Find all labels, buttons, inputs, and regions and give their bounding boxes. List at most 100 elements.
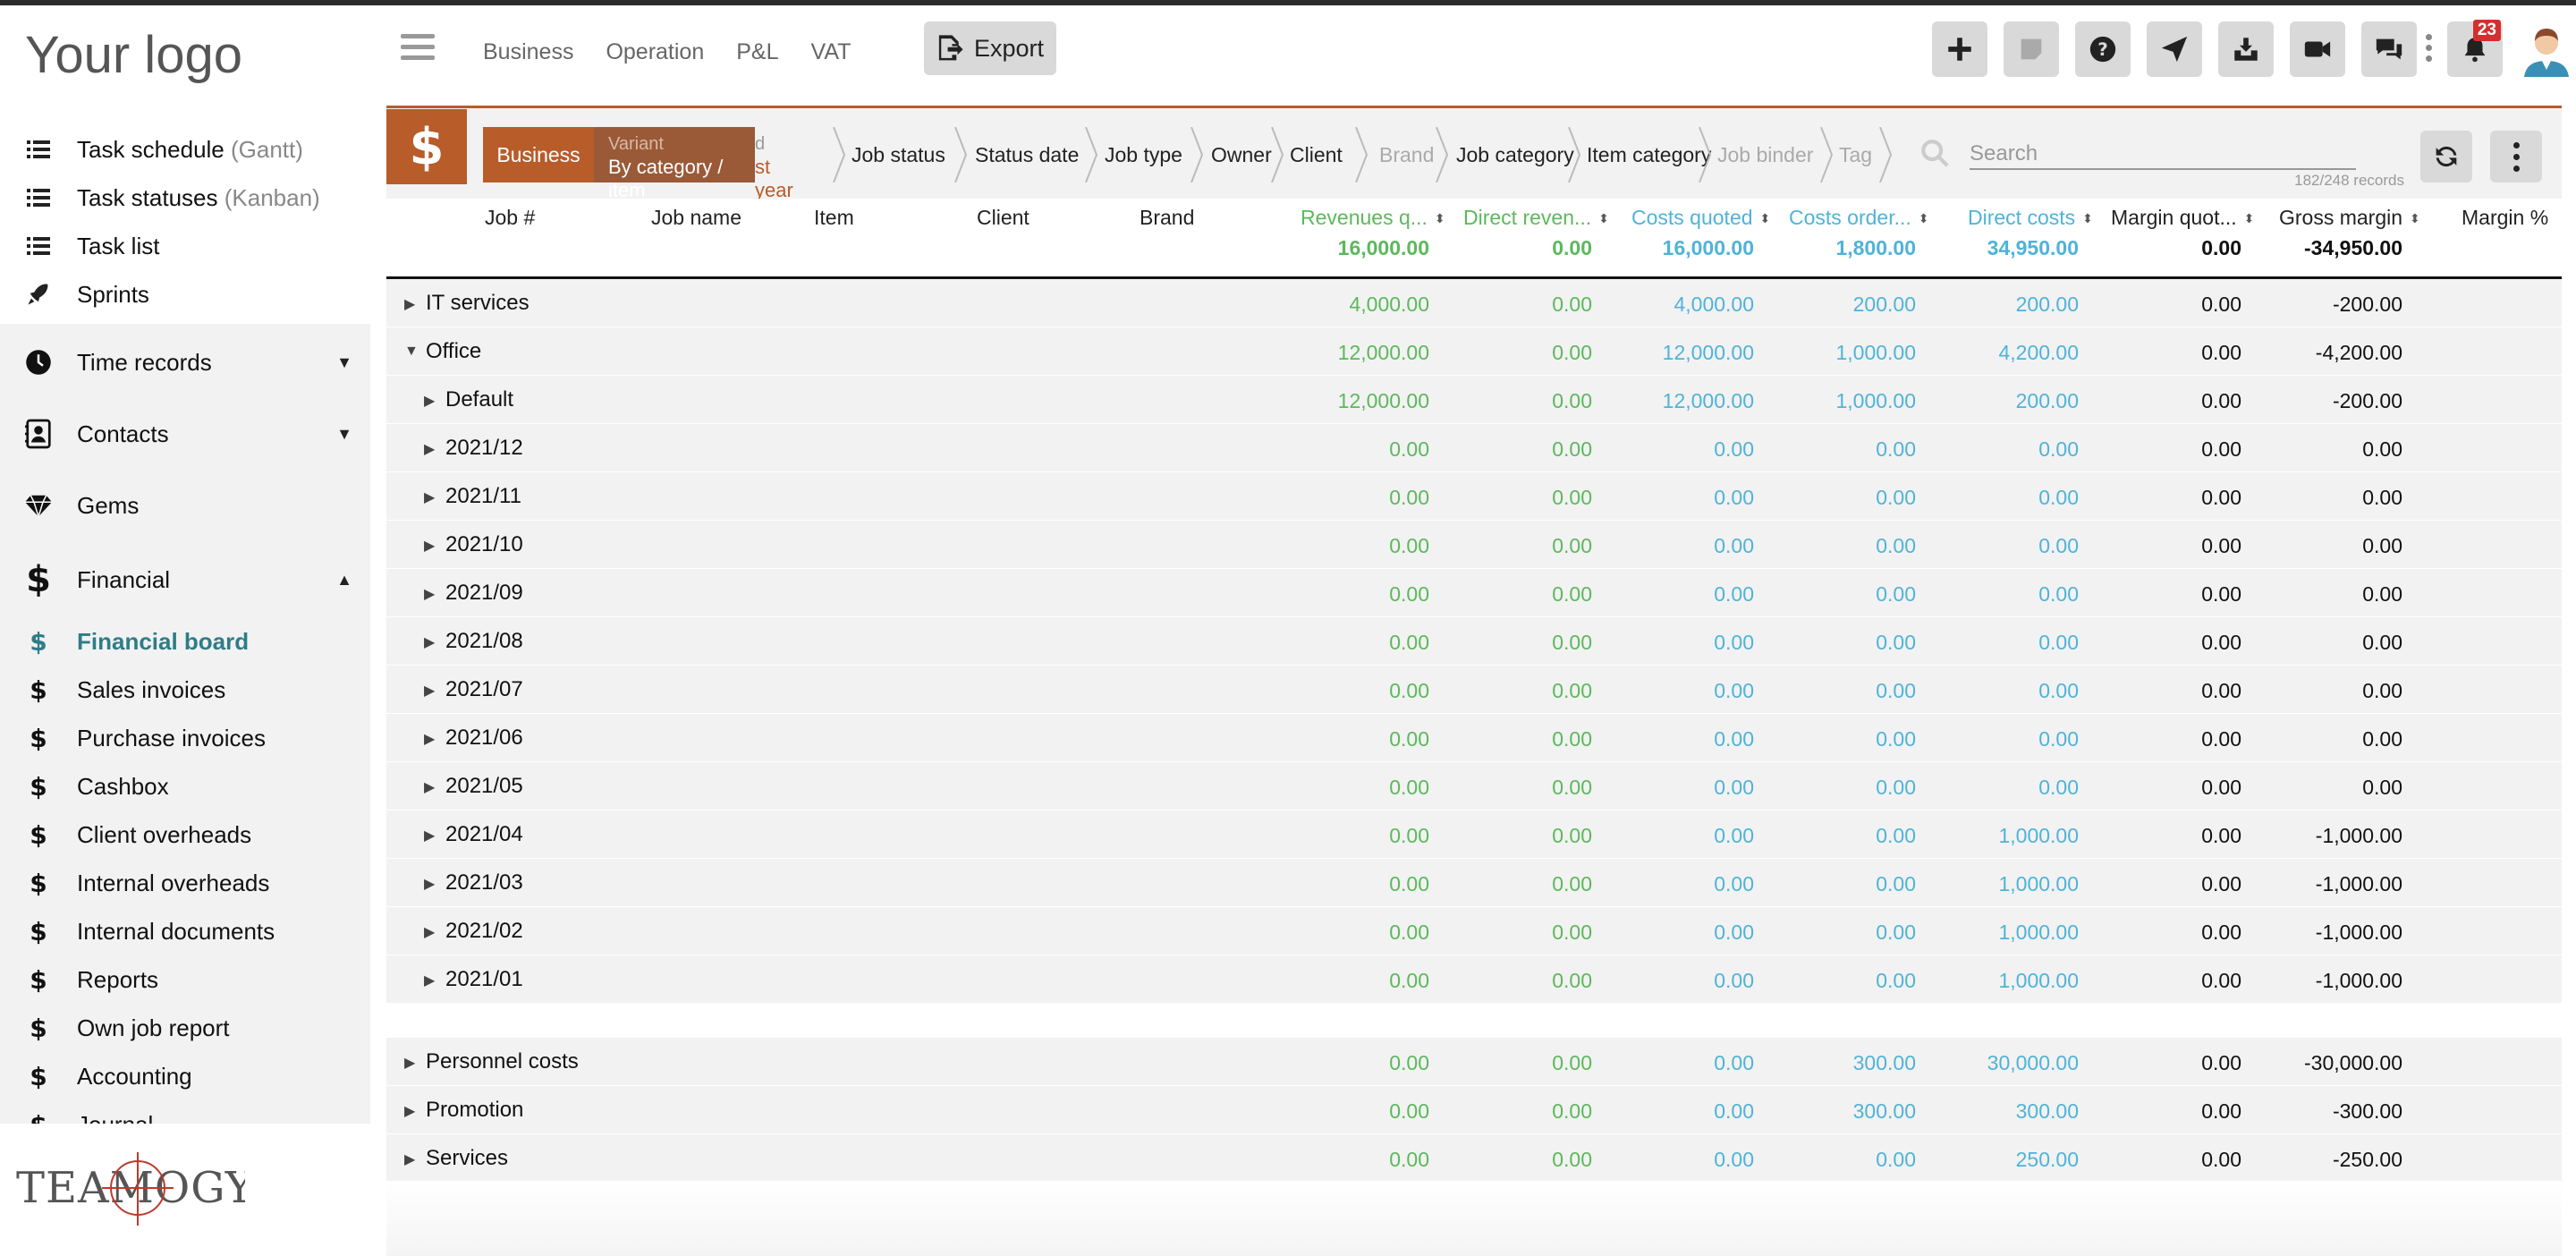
- sort-icon[interactable]: ⬍: [2244, 211, 2255, 226]
- chat-icon[interactable]: [2361, 21, 2417, 77]
- col-direct-revenues[interactable]: Direct reven... ⬍: [1463, 206, 1609, 230]
- table-row[interactable]: ▶ IT services 4,000.00 0.00 4,000.00 200.00 20…: [386, 279, 2562, 327]
- video-icon[interactable]: [2290, 21, 2345, 77]
- filter-job-binder[interactable]: Job binder: [1717, 127, 1813, 182]
- sidebar-item-cashbox[interactable]: $ Cashbox: [0, 762, 370, 810]
- sidebar-item-task-schedule[interactable]: Task schedule (Gantt): [0, 132, 370, 166]
- caret-right-icon[interactable]: ▶: [424, 923, 435, 941]
- table-row[interactable]: ▶ 2021/08 0.00 0.00 0.00 0.00 0.00 0.00 0.00: [386, 617, 2562, 666]
- sidebar-item-own-job-report[interactable]: $ Own job report: [0, 1004, 370, 1052]
- filter-brand[interactable]: Brand: [1379, 127, 1434, 182]
- table-row[interactable]: ▶ 2021/07 0.00 0.00 0.00 0.00 0.00 0.00 0.00: [386, 666, 2562, 714]
- col-revenues-quoted[interactable]: Revenues q... ⬍: [1301, 206, 1445, 230]
- caret-right-icon[interactable]: ▶: [404, 1102, 415, 1120]
- sidebar-item-gems[interactable]: Gems: [0, 472, 370, 539]
- table-row[interactable]: ▶ 2021/01 0.00 0.00 0.00 0.00 1,000.00 0.00 -1,0…: [386, 955, 2562, 1004]
- sidebar-item-journal[interactable]: $ Journal: [0, 1100, 370, 1124]
- table-row[interactable]: ▶ 2021/06 0.00 0.00 0.00 0.00 0.00 0.00 0.00: [386, 714, 2562, 762]
- sidebar-item-internal-documents[interactable]: $ Internal documents: [0, 907, 370, 955]
- caret-right-icon[interactable]: ▶: [404, 1054, 415, 1072]
- filter-job-status[interactable]: Job status: [852, 127, 945, 182]
- caret-right-icon[interactable]: ▶: [404, 1150, 415, 1168]
- bell-icon[interactable]: 23: [2447, 20, 2503, 77]
- topnav-operation[interactable]: Operation: [606, 39, 704, 65]
- plus-icon[interactable]: [1932, 21, 1987, 77]
- col-job-number[interactable]: Job #: [485, 206, 535, 230]
- table-row[interactable]: ▶ 2021/10 0.00 0.00 0.00 0.00 0.00 0.00 0.00: [386, 521, 2562, 569]
- sidebar-item-sprints[interactable]: Sprints: [0, 277, 370, 311]
- refresh-button[interactable]: [2420, 131, 2472, 182]
- sidebar-item-time-records[interactable]: Time records ▼: [0, 329, 370, 395]
- sidebar-item-purchase-invoices[interactable]: $ Purchase invoices: [0, 714, 370, 762]
- caret-right-icon[interactable]: ▶: [424, 730, 435, 748]
- caret-right-icon[interactable]: ▶: [424, 585, 435, 603]
- sidebar-item-sales-invoices[interactable]: $ Sales invoices: [0, 666, 370, 714]
- filter-status-date[interactable]: Status date: [975, 127, 1079, 182]
- caret-right-icon[interactable]: ▶: [404, 295, 415, 313]
- caret-right-icon[interactable]: ▶: [424, 972, 435, 989]
- filter-item-category[interactable]: Item category: [1587, 127, 1711, 182]
- more-dots-icon[interactable]: [2426, 34, 2433, 66]
- caret-down-icon[interactable]: ▼: [404, 344, 419, 360]
- caret-right-icon[interactable]: ▶: [424, 488, 435, 506]
- table-row[interactable]: ▶ Services 0.00 0.00 0.00 0.00 250.00 0.00 -250.…: [386, 1134, 2562, 1183]
- sidebar-item-reports[interactable]: $ Reports: [0, 955, 370, 1004]
- table-row[interactable]: ▶ Personnel costs 0.00 0.00 0.00 300.00 30,000…: [386, 1038, 2562, 1086]
- col-item[interactable]: Item: [814, 206, 854, 230]
- sidebar-item-task-statuses[interactable]: Task statuses (Kanban): [0, 181, 370, 215]
- topnav-pl[interactable]: P&L: [736, 39, 778, 65]
- table-row[interactable]: ▶ 2021/02 0.00 0.00 0.00 0.00 1,000.00 0.00 -1,0…: [386, 907, 2562, 955]
- caret-right-icon[interactable]: ▶: [424, 537, 435, 555]
- table-row[interactable]: ▶ Default 12,000.00 0.00 12,000.00 1,000.00 20…: [386, 376, 2562, 424]
- send-icon[interactable]: [2147, 21, 2202, 77]
- variant-selector[interactable]: Variant By category / item: [594, 127, 755, 201]
- sidebar-item-task-list[interactable]: Task list: [0, 229, 370, 263]
- export-button[interactable]: Export: [924, 21, 1056, 75]
- table-row[interactable]: ▶ 2021/05 0.00 0.00 0.00 0.00 0.00 0.00 0.00: [386, 762, 2562, 810]
- filter-job-category[interactable]: Job category: [1456, 127, 1574, 182]
- topnav-vat[interactable]: VAT: [811, 39, 852, 65]
- table-row[interactable]: ▶ 2021/03 0.00 0.00 0.00 0.00 1,000.00 0.00 -1,0…: [386, 859, 2562, 907]
- caret-right-icon[interactable]: ▶: [424, 392, 435, 410]
- sort-icon[interactable]: ⬍: [1598, 211, 1609, 226]
- caret-right-icon[interactable]: ▶: [424, 633, 435, 651]
- search-input[interactable]: [1970, 140, 2356, 170]
- breadcrumb-business[interactable]: Business: [483, 127, 594, 182]
- help-icon[interactable]: ?: [2075, 21, 2131, 77]
- filter-owner[interactable]: Owner: [1211, 127, 1272, 182]
- col-direct-costs[interactable]: Direct costs ⬍: [1968, 206, 2093, 230]
- sort-icon[interactable]: ⬍: [2410, 211, 2420, 226]
- col-costs-quoted[interactable]: Costs quoted ⬍: [1631, 206, 1770, 230]
- avatar[interactable]: [2519, 21, 2574, 77]
- sidebar-item-contacts[interactable]: Contacts ▼: [0, 401, 370, 467]
- col-margin-percent[interactable]: Margin %: [2462, 206, 2548, 230]
- caret-right-icon[interactable]: ▶: [424, 682, 435, 700]
- sort-icon[interactable]: ⬍: [1435, 211, 1445, 226]
- sidebar-item-financial[interactable]: $ Financial ▲: [0, 544, 370, 615]
- more-options-button[interactable]: [2490, 131, 2542, 182]
- topnav-business[interactable]: Business: [483, 39, 573, 65]
- inbox-icon[interactable]: [2218, 21, 2274, 77]
- col-brand[interactable]: Brand: [1140, 206, 1194, 230]
- sort-icon[interactable]: ⬍: [2082, 211, 2093, 226]
- caret-right-icon[interactable]: ▶: [424, 440, 435, 458]
- sidebar-item-internal-overheads[interactable]: $ Internal overheads: [0, 859, 370, 907]
- table-row[interactable]: ▶ 2021/11 0.00 0.00 0.00 0.00 0.00 0.00 0.00: [386, 472, 2562, 521]
- table-row[interactable]: ▶ Promotion 0.00 0.00 0.00 300.00 300.00 0.00 -3…: [386, 1086, 2562, 1134]
- table-row[interactable]: ▶ 2021/12 0.00 0.00 0.00 0.00 0.00 0.00 0.00: [386, 424, 2562, 472]
- col-gross-margin[interactable]: Gross margin ⬍: [2279, 206, 2420, 230]
- filter-tag[interactable]: Tag: [1839, 127, 1872, 182]
- caret-right-icon[interactable]: ▶: [424, 778, 435, 796]
- table-row[interactable]: ▶ 2021/09 0.00 0.00 0.00 0.00 0.00 0.00 0.00: [386, 569, 2562, 617]
- sort-icon[interactable]: ⬍: [1760, 211, 1771, 226]
- col-job-name[interactable]: Job name: [651, 206, 741, 230]
- menu-icon[interactable]: [401, 34, 435, 61]
- app-logo[interactable]: Your logo: [25, 25, 242, 85]
- sidebar-item-financial-board[interactable]: $ Financial board: [0, 617, 370, 666]
- col-margin-quoted[interactable]: Margin quot... ⬍: [2111, 206, 2254, 230]
- period-selector[interactable]: d st year: [755, 127, 810, 201]
- filter-job-type[interactable]: Job type: [1105, 127, 1182, 182]
- sidebar-item-accounting[interactable]: $ Accounting: [0, 1052, 370, 1100]
- table-row[interactable]: ▼ Office 12,000.00 0.00 12,000.00 1,000.00 4,2…: [386, 327, 2562, 376]
- caret-right-icon[interactable]: ▶: [424, 827, 435, 844]
